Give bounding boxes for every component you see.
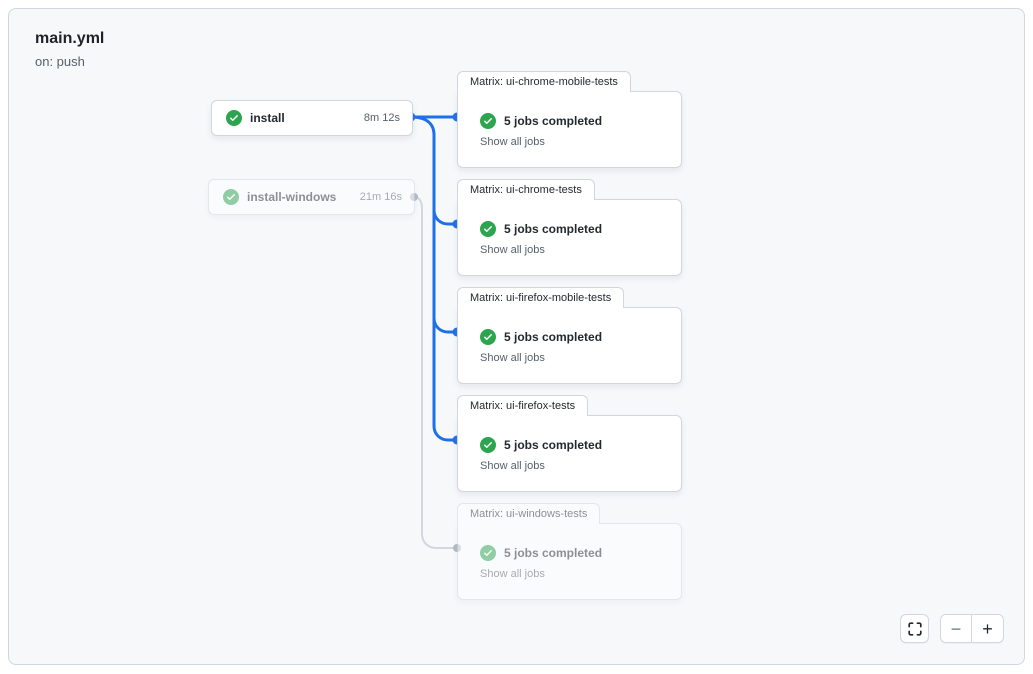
check-circle-icon (480, 113, 496, 129)
show-all-jobs-link[interactable]: Show all jobs (480, 352, 545, 364)
show-all-jobs-link[interactable]: Show all jobs (480, 244, 545, 256)
edge-install-2 (411, 117, 457, 224)
job-name-label: install (250, 111, 285, 125)
edge-install-windows (414, 197, 457, 548)
jobs-completed-label: 5 jobs completed (504, 546, 602, 560)
check-circle-icon (480, 545, 496, 561)
edge-install-3 (434, 135, 457, 332)
check-circle-icon (480, 437, 496, 453)
matrix-card-body[interactable]: 5 jobs completed Show all jobs (457, 91, 682, 168)
jobs-completed-label: 5 jobs completed (504, 330, 602, 344)
matrix-tab-label[interactable]: Matrix: ui-chrome-tests (457, 179, 595, 200)
check-circle-icon (480, 221, 496, 237)
workflow-file-title: main.yml (35, 29, 104, 50)
check-circle-icon (480, 329, 496, 345)
jobs-completed-label: 5 jobs completed (504, 438, 602, 452)
matrix-card-ui-windows-tests: Matrix: ui-windows-tests 5 jobs complete… (457, 503, 682, 600)
jobs-completed-label: 5 jobs completed (504, 114, 602, 128)
matrix-card-body[interactable]: 5 jobs completed Show all jobs (457, 199, 682, 276)
workflow-trigger-label: on: push (35, 54, 104, 69)
zoom-button-group: − + (940, 614, 1004, 643)
matrix-card-body[interactable]: 5 jobs completed Show all jobs (457, 307, 682, 384)
check-circle-icon (226, 110, 242, 126)
zoom-out-button[interactable]: − (941, 615, 972, 642)
job-node-install-windows[interactable]: install-windows 21m 16s (208, 179, 415, 215)
zoom-in-button[interactable]: + (972, 615, 1003, 642)
matrix-card-ui-firefox-tests: Matrix: ui-firefox-tests 5 jobs complete… (457, 395, 682, 492)
matrix-tab-label[interactable]: Matrix: ui-chrome-mobile-tests (457, 71, 631, 92)
matrix-tab-label[interactable]: Matrix: ui-firefox-tests (457, 395, 588, 416)
workflow-header: main.yml on: push (35, 29, 104, 69)
fullscreen-icon (907, 621, 923, 637)
matrix-tab-label[interactable]: Matrix: ui-firefox-mobile-tests (457, 287, 624, 308)
job-duration-label: 8m 12s (364, 112, 400, 124)
matrix-card-ui-chrome-tests: Matrix: ui-chrome-tests 5 jobs completed… (457, 179, 682, 276)
show-all-jobs-link[interactable]: Show all jobs (480, 460, 545, 472)
check-circle-icon (223, 189, 239, 205)
job-node-install[interactable]: install 8m 12s (211, 100, 413, 136)
matrix-card-ui-chrome-mobile-tests: Matrix: ui-chrome-mobile-tests 5 jobs co… (457, 71, 682, 168)
fit-to-screen-button[interactable] (900, 614, 929, 643)
matrix-card-body[interactable]: 5 jobs completed Show all jobs (457, 415, 682, 492)
workflow-graph-panel: main.yml on: push install 8 (8, 8, 1025, 665)
matrix-card-ui-firefox-mobile-tests: Matrix: ui-firefox-mobile-tests 5 jobs c… (457, 287, 682, 384)
jobs-completed-label: 5 jobs completed (504, 222, 602, 236)
matrix-tab-label[interactable]: Matrix: ui-windows-tests (457, 503, 600, 524)
workflow-visualization-page: main.yml on: push install 8 (0, 0, 1033, 674)
show-all-jobs-link[interactable]: Show all jobs (480, 568, 545, 580)
job-name-label: install-windows (247, 190, 336, 204)
graph-view-controls: − + (900, 614, 1004, 643)
matrix-card-body[interactable]: 5 jobs completed Show all jobs (457, 523, 682, 600)
job-duration-label: 21m 16s (360, 191, 402, 203)
show-all-jobs-link[interactable]: Show all jobs (480, 136, 545, 148)
edge-install-4 (434, 135, 457, 440)
